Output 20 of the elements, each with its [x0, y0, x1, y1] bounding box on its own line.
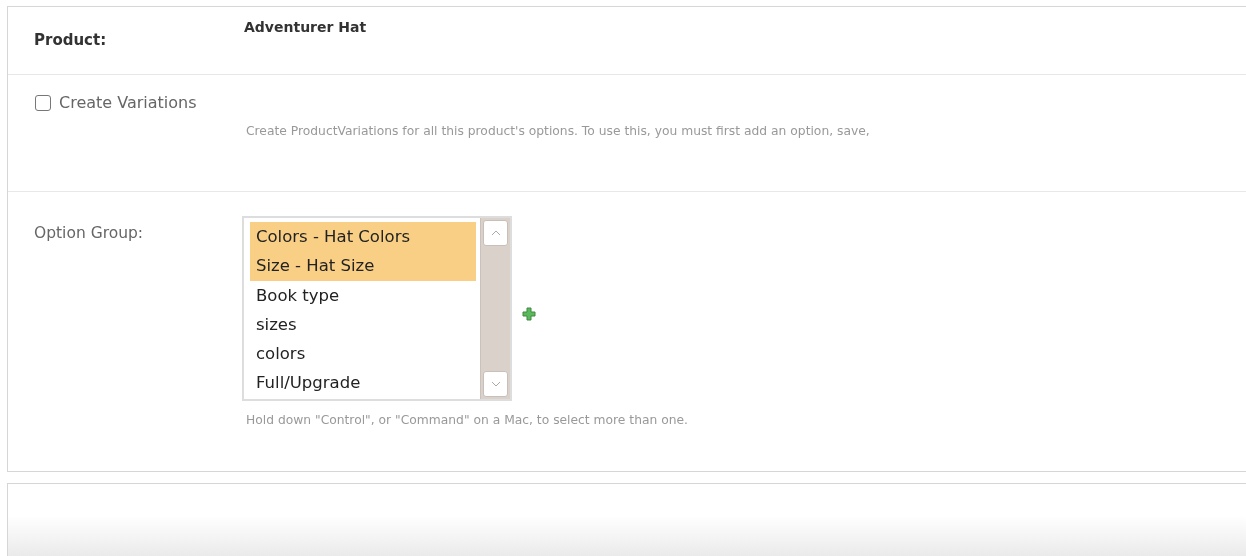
- scroll-up-button[interactable]: [483, 220, 508, 246]
- field-label: Option Group:: [34, 223, 145, 244]
- list-option[interactable]: Full/Upgrade: [250, 368, 476, 398]
- scrollbar[interactable]: [480, 218, 510, 399]
- checkbox-label[interactable]: Create Variations: [59, 93, 197, 112]
- caret-up-icon: [490, 230, 501, 236]
- scroll-down-button[interactable]: [483, 371, 508, 397]
- field-label: Product:: [34, 30, 108, 51]
- multi-select-list[interactable]: Colors - Hat Colors Size - Hat Size Book type sizes colors Full/Upgrade: [242, 216, 512, 401]
- list-option[interactable]: Size - Hat Size: [250, 251, 476, 281]
- add-icon[interactable]: [522, 306, 536, 321]
- list-option[interactable]: colors: [250, 339, 476, 369]
- product-name: Adventurer Hat: [244, 19, 367, 37]
- list-option[interactable]: Book type: [250, 280, 476, 310]
- checkbox[interactable]: [35, 94, 51, 111]
- help-text: Hold down "Control", or "Command" on a Mac, to select more than one.: [246, 413, 688, 427]
- list-option[interactable]: Colors - Hat Colors: [250, 222, 476, 252]
- caret-down-icon: [490, 381, 501, 387]
- list-option[interactable]: sizes: [250, 309, 476, 340]
- help-text: Create ProductVariations for all this product's options. To use this, you must first add an option, save,: [246, 124, 870, 138]
